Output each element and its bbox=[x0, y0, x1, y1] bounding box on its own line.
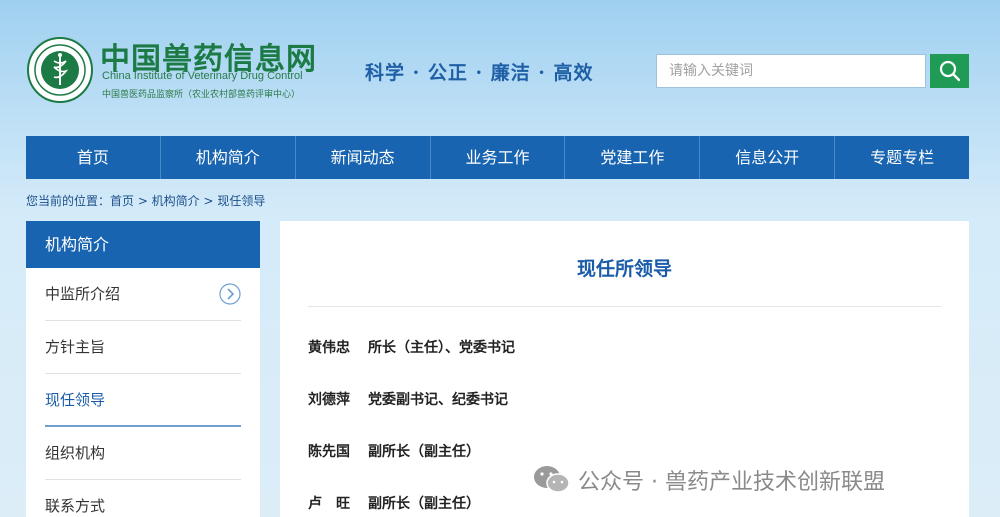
leader-role: 党委副书记、纪委书记 bbox=[368, 392, 508, 408]
site-logo-english: China Institute of Veterinary Drug Contr… bbox=[102, 70, 303, 82]
sidebar-item-label: 现任领导 bbox=[45, 391, 106, 409]
nav-item-about[interactable]: 机构简介 bbox=[161, 136, 296, 179]
chevron-right-icon bbox=[219, 283, 241, 305]
search-button[interactable] bbox=[930, 54, 969, 88]
breadcrumb[interactable]: 您当前的位置：首页 > 机构简介 > 现任领导 bbox=[26, 192, 265, 209]
leader-name: 卢 旺 bbox=[308, 496, 350, 512]
sidebar-item-organization[interactable]: 组织机构 bbox=[45, 427, 241, 480]
main-nav: 首页 机构简介 新闻动态 业务工作 党建工作 信息公开 专题专栏 bbox=[26, 136, 969, 179]
leader-role: 副所长（副主任） bbox=[368, 496, 480, 512]
sidebar-item-contact[interactable]: 联系方式 bbox=[45, 480, 241, 517]
nav-item-topics[interactable]: 专题专栏 bbox=[835, 136, 969, 179]
leader-row: 黄伟忠 所长（主任）、党委书记 bbox=[308, 337, 515, 357]
logo-emblem-icon[interactable] bbox=[27, 37, 93, 103]
sidebar-item-leaders[interactable]: 现任领导 bbox=[45, 374, 241, 427]
leader-role: 副所长（副主任） bbox=[368, 444, 480, 460]
search-input[interactable] bbox=[656, 54, 926, 88]
watermark-text: 公众号 · 兽药产业技术创新联盟 bbox=[578, 470, 885, 495]
leader-row: 陈先国 副所长（副主任） bbox=[308, 441, 480, 461]
leader-row: 刘德萍 党委副书记、纪委书记 bbox=[308, 389, 508, 409]
leader-name: 刘德萍 bbox=[308, 392, 350, 408]
page-title: 现任所领导 bbox=[576, 258, 672, 280]
sidebar-item-label: 组织机构 bbox=[45, 444, 106, 462]
sidebar-item-principles[interactable]: 方针主旨 bbox=[45, 321, 241, 374]
leader-name: 陈先国 bbox=[308, 444, 350, 460]
sidebar-item-label: 联系方式 bbox=[45, 497, 106, 515]
site-header: 中国兽药信息网 China Institute of Veterinary Dr… bbox=[0, 0, 1000, 135]
nav-item-business[interactable]: 业务工作 bbox=[431, 136, 566, 179]
site-slogan: 科学 · 公正 · 廉洁 · 高效 bbox=[365, 62, 594, 84]
magnifier-icon bbox=[939, 60, 960, 82]
sidebar-title: 机构简介 bbox=[26, 221, 260, 268]
sidebar-item-intro[interactable]: 中监所介绍 bbox=[45, 268, 241, 321]
nav-item-news[interactable]: 新闻动态 bbox=[296, 136, 431, 179]
sidebar-item-label: 方针主旨 bbox=[45, 338, 106, 356]
site-logo-subtitle: 中国兽医药品监察所（农业农村部兽药评审中心） bbox=[102, 90, 301, 100]
sidebar: 机构简介 中监所介绍 方针主旨 现任领导 组织机构 联系方式 bbox=[26, 221, 260, 517]
wechat-icon bbox=[534, 466, 570, 493]
nav-item-disclosure[interactable]: 信息公开 bbox=[700, 136, 836, 179]
title-divider bbox=[308, 306, 941, 307]
nav-item-home[interactable]: 首页 bbox=[26, 136, 161, 179]
leader-name: 黄伟忠 bbox=[308, 340, 350, 356]
nav-item-party[interactable]: 党建工作 bbox=[565, 136, 701, 179]
sidebar-item-label: 中监所介绍 bbox=[45, 285, 121, 303]
leader-row: 卢 旺 副所长（副主任） bbox=[308, 493, 480, 513]
leader-role: 所长（主任）、党委书记 bbox=[368, 340, 515, 356]
watermark: 公众号 · 兽药产业技术创新联盟 bbox=[532, 460, 885, 500]
